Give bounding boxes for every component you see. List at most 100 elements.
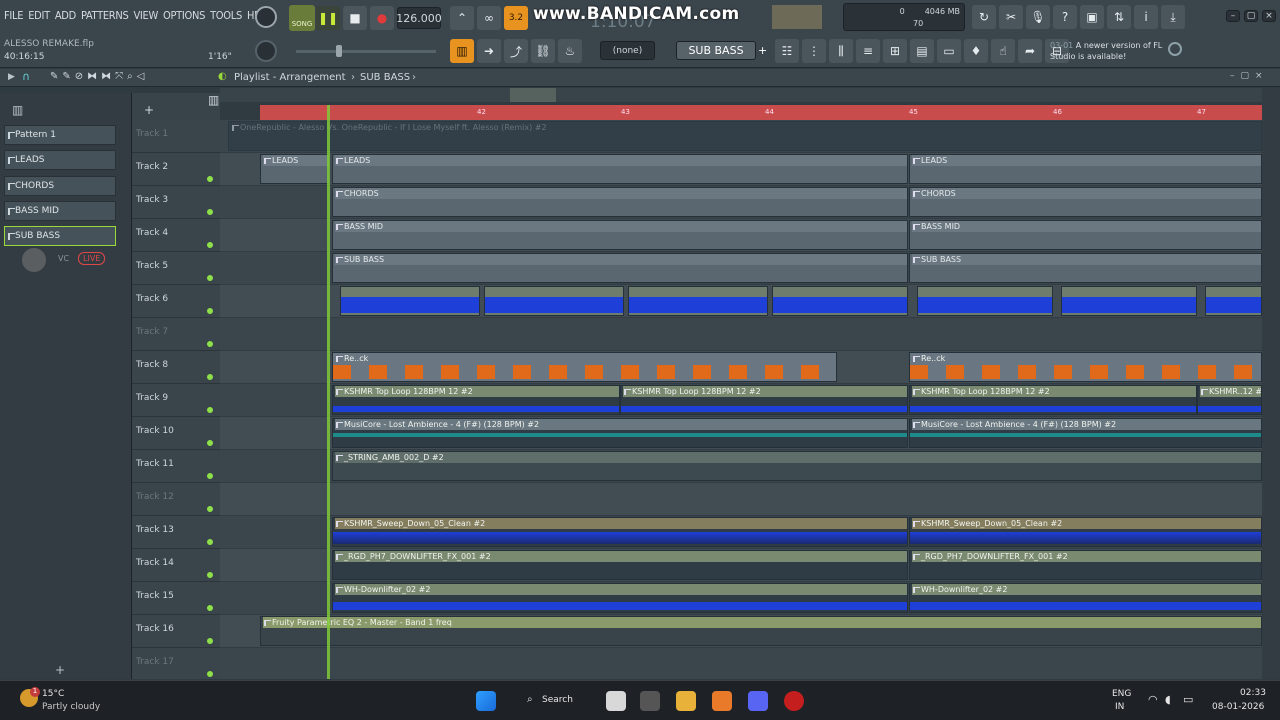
windows-start-icon[interactable] (476, 691, 496, 711)
automation-clip[interactable]: Fruity Parametric EQ 2 - Master - Band 1… (260, 616, 1262, 646)
channel-selector[interactable]: (none) (600, 41, 655, 60)
link-icon[interactable]: ⛓ (531, 39, 555, 63)
fl-studio-icon[interactable] (712, 691, 732, 711)
pattern-clip[interactable]: BASS MID (332, 220, 908, 250)
bandicam-icon[interactable] (784, 691, 804, 711)
audio-clip[interactable] (772, 286, 908, 316)
tempo-display[interactable]: 126.000 (396, 7, 442, 29)
track-mute-led[interactable] (207, 605, 213, 611)
vertical-scrollbar[interactable] (1262, 88, 1280, 679)
track-mute-led[interactable] (207, 242, 213, 248)
audio-clip[interactable]: WH-Downlifter_02 #2 (332, 583, 908, 613)
menu-view[interactable]: VIEW (133, 9, 158, 22)
menu-edit[interactable]: EDIT (28, 9, 50, 22)
track-header-5[interactable]: Track 5 (132, 252, 220, 285)
audio-clip[interactable]: _STRING_AMB_002_D #2 (332, 451, 1262, 481)
task-view-icon[interactable] (606, 691, 626, 711)
countdown-icon[interactable]: 3.2 (504, 6, 528, 30)
audio-clip[interactable] (917, 286, 1053, 316)
stamp-icon[interactable]: ♨ (558, 39, 582, 63)
file-explorer-icon[interactable] (676, 691, 696, 711)
audio-clip[interactable]: KSHMR Top Loop 128BPM 12 #2 (909, 385, 1197, 415)
track-lane-16[interactable]: Fruity Parametric EQ 2 - Master - Band 1… (220, 615, 1262, 648)
add-icon[interactable]: + (144, 103, 154, 117)
track-mute-led[interactable] (207, 440, 213, 446)
track-lane-9[interactable]: KSHMR Top Loop 128BPM 12 #2 KSHMR Top Lo… (220, 384, 1262, 417)
pattern-clip[interactable]: BASS MID (909, 220, 1262, 250)
pattern-clip[interactable]: LEADS (260, 154, 330, 184)
pattern-item-chords[interactable]: CHORDS (4, 176, 116, 196)
track-mute-led[interactable] (207, 539, 213, 545)
menu-patterns[interactable]: PATTERNS (81, 9, 129, 22)
audio-clip[interactable] (1205, 286, 1262, 316)
track-header-9[interactable]: Track 9 (132, 384, 220, 417)
track-mute-led[interactable] (207, 308, 213, 314)
online-icon[interactable] (1168, 42, 1182, 56)
pattern-mode-icon[interactable]: ▥ (208, 93, 219, 107)
playhead[interactable] (327, 105, 330, 679)
channel-rack-icon[interactable]: ⋮ (802, 39, 826, 63)
menu-options[interactable]: OPTIONS (163, 9, 205, 22)
share-icon[interactable]: ➦ (1018, 39, 1042, 63)
audio-clip[interactable] (1061, 286, 1197, 316)
track-header-4[interactable]: Track 4 (132, 219, 220, 252)
track-mute-led[interactable] (207, 671, 213, 677)
audio-clip[interactable]: Re..ck (909, 352, 1262, 382)
track-lane-14[interactable]: _RGD_PH7_DOWNLIFTER_FX_001 #2 _RGD_PH7_D… (220, 549, 1262, 582)
save-icon[interactable]: ▣ (1080, 5, 1104, 29)
project-icon[interactable]: ▭ (937, 39, 961, 63)
pattern-item-leads[interactable]: LEADS (4, 150, 116, 170)
track-header-2[interactable]: Track 2 (132, 153, 220, 186)
pattern-item-1[interactable]: Pattern 1 (4, 125, 116, 145)
track-header-15[interactable]: Track 15 (132, 582, 220, 615)
download-icon[interactable]: ⤓ (1161, 5, 1185, 29)
mixer-icon[interactable]: ⇅ (1107, 5, 1131, 29)
info-icon[interactable]: i (1134, 5, 1158, 29)
track-mute-led[interactable] (207, 374, 213, 380)
track-lane-10[interactable]: MusiCore - Lost Ambience - 4 (F#) (128 B… (220, 417, 1262, 450)
browser-icon[interactable]: ▤ (910, 39, 934, 63)
touch-icon[interactable]: ☝ (991, 39, 1015, 63)
playlist-grid[interactable]: OneRepublic - Alesso Vs. OneRepublic - I… (220, 120, 1262, 679)
pattern-clip[interactable]: LEADS (909, 154, 1262, 184)
audio-clip[interactable]: OneRepublic - Alesso Vs. OneRepublic - I… (228, 121, 1262, 151)
track-header-6[interactable]: Track 6 (132, 285, 220, 318)
track-header-8[interactable]: Track 8 (132, 351, 220, 384)
channel-settings-icon[interactable]: ≡ (856, 39, 880, 63)
track-mute-led[interactable] (207, 341, 213, 347)
audio-clip[interactable]: MusiCore - Lost Ambience - 4 (F#) (128 B… (332, 418, 908, 448)
audio-clip[interactable] (340, 286, 480, 316)
audio-clip[interactable]: KSHMR_Sweep_Down_05_Clean #2 (909, 517, 1262, 547)
battery-icon[interactable]: ▭ (1183, 693, 1193, 706)
track-lane-3[interactable]: CHORDS CHORDS (220, 186, 1262, 219)
update-notice[interactable]: 03-01 A newer version of FL Studio is av… (1050, 40, 1168, 62)
add-pattern-icon[interactable]: + (758, 44, 767, 57)
track-mute-led[interactable] (207, 275, 213, 281)
track-header-14[interactable]: Track 14 (132, 549, 220, 582)
track-header-1[interactable]: Track 1 (132, 120, 220, 153)
wifi-icon[interactable]: ◠ (1148, 693, 1158, 706)
draw-tool-icon[interactable]: ⤴ (504, 39, 528, 63)
pattern-clip[interactable]: SUB BASS (332, 253, 908, 283)
track-mute-led[interactable] (207, 506, 213, 512)
pattern-clip[interactable]: CHORDS (909, 187, 1262, 217)
live-badge[interactable]: LIVE (78, 252, 106, 265)
track-mute-led[interactable] (207, 176, 213, 182)
help-icon[interactable]: ? (1053, 5, 1077, 29)
pattern-clip[interactable]: CHORDS (332, 187, 908, 217)
pause-button[interactable]: ❚❚ (316, 6, 340, 30)
track-lane-6[interactable] (220, 285, 1262, 318)
pattern-selector[interactable]: SUB BASS (676, 41, 756, 60)
plugin-picker-icon[interactable]: ⊞ (883, 39, 907, 63)
audio-clip[interactable]: MusiCore - Lost Ambience - 4 (F#) (128 B… (909, 418, 1262, 448)
close-icon[interactable]: × (1262, 10, 1276, 22)
track-mute-led[interactable] (207, 638, 213, 644)
magnet-icon[interactable]: ∩ (22, 70, 30, 83)
pattern-item-bass-mid[interactable]: BASS MID (4, 201, 116, 221)
song-mode-toggle[interactable]: SONG (289, 5, 315, 31)
minimize-icon[interactable]: – (1226, 10, 1240, 22)
menu-tools[interactable]: TOOLS (210, 9, 242, 22)
track-lane-12[interactable] (220, 483, 1262, 516)
microphone-icon[interactable]: 🎙 (1026, 5, 1050, 29)
audio-clip[interactable]: KSHMR Top Loop 128BPM 12 #2 (620, 385, 908, 415)
